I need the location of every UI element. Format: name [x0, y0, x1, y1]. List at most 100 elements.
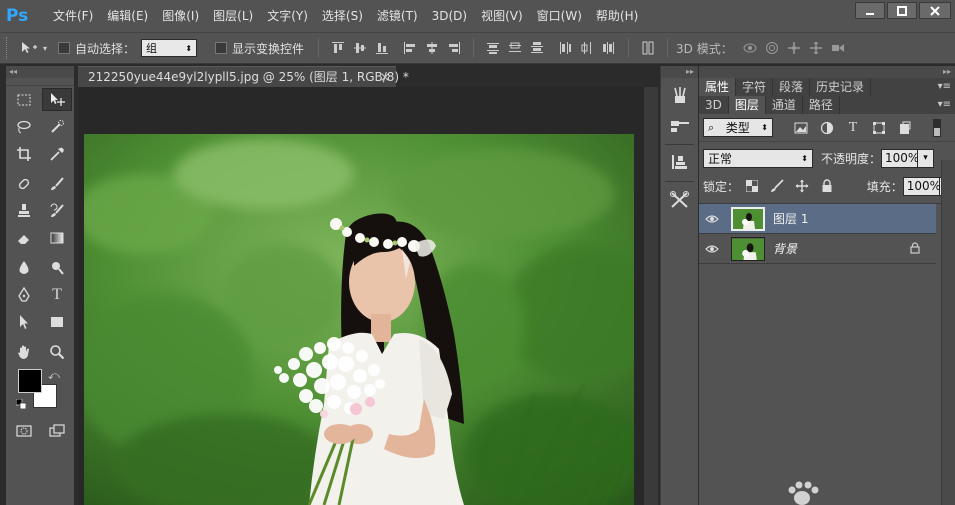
eraser-tool-icon[interactable] [9, 226, 39, 249]
brush-panel-icon[interactable] [666, 114, 694, 138]
default-colors-icon[interactable] [15, 398, 27, 410]
clone-source-icon[interactable] [666, 151, 694, 175]
menu-view[interactable]: 视图(V) [474, 0, 530, 32]
menu-3d[interactable]: 3D(D) [425, 0, 474, 32]
blur-tool-icon[interactable] [9, 256, 39, 279]
maximize-button[interactable] [887, 2, 917, 19]
tab-history[interactable]: 历史记录 [810, 78, 872, 96]
opacity-input[interactable]: 100% [881, 148, 919, 168]
tab-paragraph[interactable]: 段落 [773, 78, 811, 96]
distribute-vcenter-icon[interactable] [506, 40, 524, 56]
layer-name[interactable]: 背景 [773, 240, 797, 257]
blend-mode-dropdown[interactable]: 正常 ⬍ [703, 148, 813, 168]
lock-all-icon[interactable] [818, 178, 837, 194]
menu-layer[interactable]: 图层(L) [206, 0, 260, 32]
eye-icon[interactable] [699, 244, 725, 254]
eyedropper-tool-icon[interactable] [42, 142, 72, 165]
menu-help[interactable]: 帮助(H) [589, 0, 645, 32]
eye-icon[interactable] [699, 214, 725, 224]
roll-3d-icon[interactable] [763, 40, 781, 56]
menu-filter[interactable]: 滤镜(T) [370, 0, 425, 32]
quick-mask-icon[interactable] [9, 419, 39, 442]
minimize-button[interactable] [855, 2, 885, 19]
tool-presets-icon[interactable] [666, 188, 694, 212]
brush-tool-icon[interactable] [42, 172, 72, 195]
align-vcenter-icon[interactable] [351, 40, 369, 56]
auto-align-icon[interactable] [639, 40, 657, 56]
opacity-dropdown-icon[interactable]: ▾ [918, 148, 935, 168]
menu-image[interactable]: 图像(I) [155, 0, 206, 32]
slide-3d-icon[interactable] [807, 40, 825, 56]
collapse-dock-icon[interactable]: ▸▸ [661, 66, 698, 78]
quick-selection-tool-icon[interactable] [42, 115, 72, 138]
collapse-panels-icon[interactable]: ▸▸ [699, 66, 955, 78]
canvas-vertical-scrollbar[interactable] [644, 87, 658, 505]
brush-presets-icon[interactable] [666, 84, 694, 108]
tools-grip[interactable] [6, 78, 74, 86]
distribute-bottom-icon[interactable] [528, 40, 546, 56]
tab-channels[interactable]: 通道 [766, 96, 803, 114]
swap-colors-icon[interactable]: ⤺ [48, 369, 60, 383]
scale-3d-icon[interactable] [829, 40, 847, 56]
menu-file[interactable]: 文件(F) [46, 0, 100, 32]
filter-toggle-switch[interactable] [927, 118, 947, 137]
crop-tool-icon[interactable] [9, 142, 39, 165]
align-top-icon[interactable] [329, 40, 347, 56]
document-tab[interactable]: 212250yue44e9yl2lypll5.jpg @ 25% (图层 1, … [78, 66, 409, 87]
filter-type-icon[interactable]: T [843, 120, 863, 136]
tab-layers[interactable]: 图层 [728, 96, 766, 114]
fill-input[interactable]: 100% [902, 176, 941, 196]
lock-pixels-icon[interactable] [768, 178, 787, 194]
layers-menu-icon[interactable]: ▾≡ [938, 96, 951, 114]
align-right-icon[interactable] [445, 40, 463, 56]
align-hcenter-icon[interactable] [423, 40, 441, 56]
tab-3d[interactable]: 3D [699, 96, 729, 114]
photo-canvas[interactable] [84, 134, 634, 505]
tab-character[interactable]: 字符 [736, 78, 774, 96]
clone-stamp-tool-icon[interactable] [9, 199, 39, 222]
options-grip[interactable] [6, 37, 10, 59]
distribute-top-icon[interactable] [484, 40, 502, 56]
drag-3d-icon[interactable] [785, 40, 803, 56]
filter-shape-icon[interactable] [869, 120, 889, 136]
foreground-color-swatch[interactable] [18, 369, 42, 393]
lock-position-icon[interactable] [793, 178, 812, 194]
move-tool-preset-icon[interactable] [18, 39, 40, 57]
marquee-tool-icon[interactable] [9, 88, 39, 111]
layer-name[interactable]: 图层 1 [773, 210, 808, 227]
filter-kind-dropdown[interactable]: ⌕ 类型 ⬍ [703, 118, 773, 137]
distribute-hcenter-icon[interactable] [578, 40, 596, 56]
show-transform-checkbox[interactable] [215, 42, 228, 54]
collapse-tools-icon[interactable]: ◂◂ [6, 66, 74, 78]
menu-edit[interactable]: 编辑(E) [100, 0, 155, 32]
menu-window[interactable]: 窗口(W) [530, 0, 589, 32]
auto-select-dropdown[interactable]: 组 ⬍ [141, 39, 198, 57]
distribute-right-icon[interactable] [600, 40, 618, 56]
filter-smart-object-icon[interactable] [895, 120, 915, 136]
zoom-tool-icon[interactable] [42, 340, 72, 363]
pen-tool-icon[interactable] [9, 283, 39, 306]
layers-scrollbar[interactable] [941, 160, 955, 505]
orbit-3d-icon[interactable] [741, 40, 759, 56]
close-window-button[interactable] [919, 2, 951, 19]
chevron-down-icon[interactable]: ▾ [40, 39, 50, 57]
filter-pixel-icon[interactable] [791, 120, 811, 136]
gradient-tool-icon[interactable] [42, 226, 72, 249]
menu-type[interactable]: 文字(Y) [260, 0, 315, 32]
healing-brush-tool-icon[interactable] [9, 172, 39, 195]
layer-row-background[interactable]: 背景 [699, 234, 936, 264]
align-left-icon[interactable] [401, 40, 419, 56]
lasso-tool-icon[interactable] [9, 115, 39, 138]
screen-mode-icon[interactable] [42, 419, 72, 442]
type-tool-icon[interactable]: T [42, 283, 72, 306]
history-brush-tool-icon[interactable] [42, 199, 72, 222]
distribute-left-icon[interactable] [556, 40, 574, 56]
lock-transparency-icon[interactable] [743, 178, 762, 194]
menu-select[interactable]: 选择(S) [315, 0, 370, 32]
auto-select-checkbox[interactable] [58, 42, 70, 54]
rectangle-tool-icon[interactable] [42, 310, 72, 333]
tab-paths[interactable]: 路径 [803, 96, 840, 114]
dodge-tool-icon[interactable] [42, 256, 72, 279]
filter-adjustment-icon[interactable] [817, 120, 837, 136]
layer-row-layer1[interactable]: 图层 1 [699, 204, 936, 234]
